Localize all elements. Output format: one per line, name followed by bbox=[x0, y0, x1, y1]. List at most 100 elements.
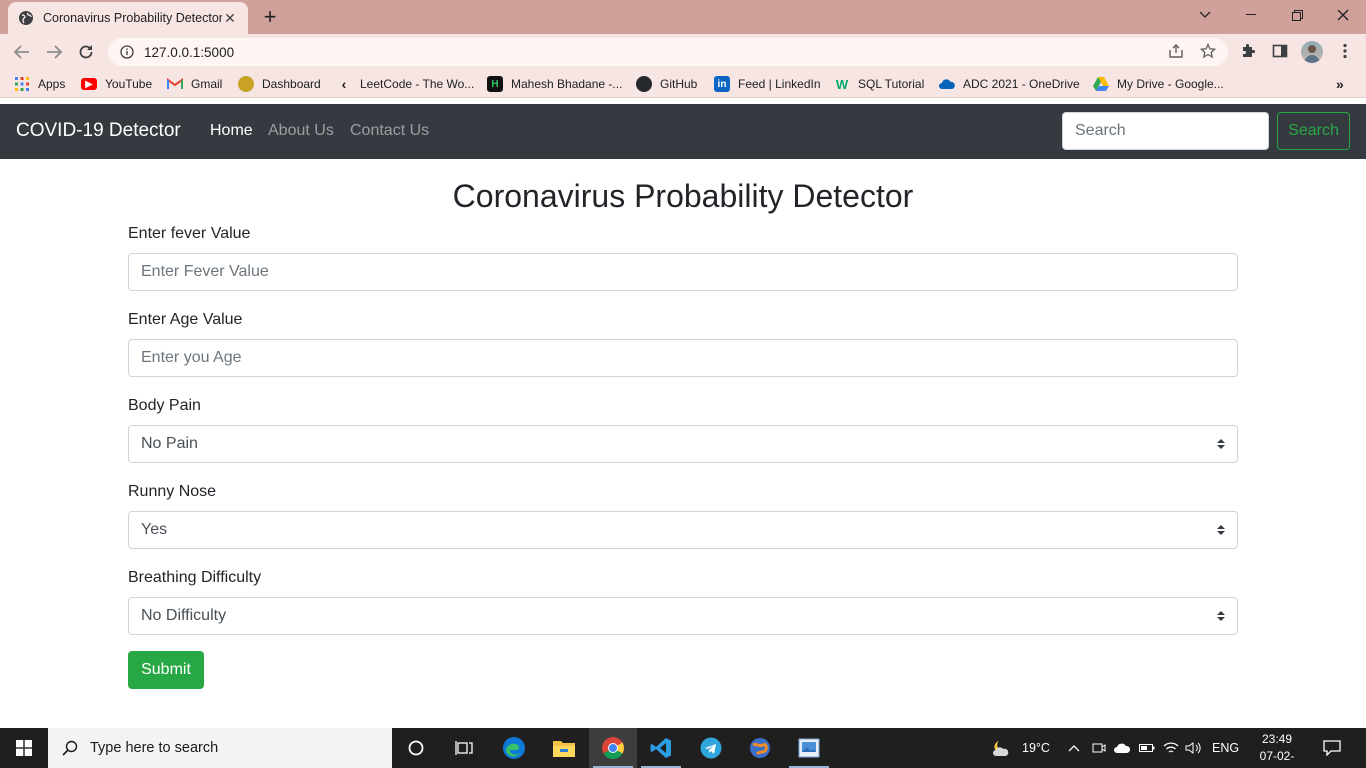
wifi-icon[interactable] bbox=[1163, 728, 1179, 768]
telegram-icon[interactable] bbox=[687, 728, 735, 768]
bookmark-linkedin[interactable]: in Feed | LinkedIn bbox=[714, 75, 821, 93]
page-title: Coronavirus Probability Detector bbox=[452, 178, 914, 214]
bookmark-label: Mahesh Bhadane -... bbox=[511, 77, 623, 91]
tab-close-icon[interactable]: ✕ bbox=[222, 10, 238, 26]
bookmark-star-icon[interactable] bbox=[1198, 41, 1218, 61]
bookmark-label: GitHub bbox=[660, 77, 698, 91]
bookmark-github[interactable]: GitHub bbox=[636, 75, 697, 93]
bookmark-apps[interactable]: Apps bbox=[14, 75, 65, 93]
bookmark-label: Apps bbox=[38, 77, 66, 91]
profile-avatar[interactable] bbox=[1301, 41, 1323, 63]
bookmark-label: YouTube bbox=[105, 77, 153, 91]
search-icon bbox=[62, 740, 78, 756]
windows-start-icon[interactable] bbox=[0, 728, 48, 768]
weather-widget[interactable]: 19°C bbox=[990, 728, 1050, 768]
image-editor-icon[interactable] bbox=[785, 728, 833, 768]
share-icon[interactable] bbox=[1166, 41, 1186, 61]
restore-icon[interactable] bbox=[1274, 0, 1320, 30]
vscode-icon[interactable] bbox=[637, 728, 685, 768]
taskbar-search-text: Type here to search bbox=[90, 740, 219, 756]
tab-search-chevron-icon[interactable] bbox=[1182, 0, 1228, 30]
meet-now-icon[interactable] bbox=[1092, 728, 1106, 768]
bookmark-youtube[interactable]: ▶ YouTube bbox=[81, 75, 152, 93]
submit-button[interactable]: Submit bbox=[128, 651, 204, 689]
fever-input[interactable] bbox=[128, 253, 1238, 291]
kebab-menu-icon[interactable] bbox=[1335, 41, 1355, 61]
site-navbar: COVID-19 Detector Home About Us Contact … bbox=[0, 104, 1366, 159]
back-icon[interactable] bbox=[8, 38, 36, 66]
battery-icon[interactable] bbox=[1139, 728, 1155, 768]
input-language[interactable]: ENG bbox=[1212, 728, 1239, 768]
reload-icon[interactable] bbox=[72, 38, 100, 66]
browser-toolbar: 127.0.0.1:5000 bbox=[0, 34, 1366, 70]
url-text: 127.0.0.1:5000 bbox=[144, 44, 235, 60]
body-pain-selected-value: No Pain bbox=[141, 435, 198, 452]
extensions-puzzle-icon[interactable] bbox=[1238, 41, 1258, 61]
bookmark-dashboard[interactable]: Dashboard bbox=[238, 75, 321, 93]
address-bar[interactable]: 127.0.0.1:5000 bbox=[108, 38, 1228, 66]
youtube-icon: ▶ bbox=[81, 78, 97, 90]
bookmark-label: SQL Tutorial bbox=[858, 77, 925, 91]
bookmark-label: Feed | LinkedIn bbox=[738, 77, 821, 91]
breathing-difficulty-selected-value: No Difficulty bbox=[141, 607, 227, 624]
nav-link-home[interactable]: Home bbox=[210, 122, 253, 140]
bookmark-mahesh[interactable]: H Mahesh Bhadane -... bbox=[487, 75, 622, 93]
chrome-taskbar-icon[interactable] bbox=[589, 728, 637, 768]
tray-chevron-up-icon[interactable] bbox=[1068, 728, 1080, 768]
apps-grid-icon bbox=[14, 76, 30, 92]
select-caret-icon bbox=[1217, 525, 1225, 535]
navbar-brand[interactable]: COVID-19 Detector bbox=[16, 120, 181, 142]
clock-date: 07-02-2022 bbox=[1259, 749, 1295, 768]
bookmark-label: ADC 2021 - OneDrive bbox=[963, 77, 1080, 91]
file-explorer-icon[interactable] bbox=[540, 728, 588, 768]
notifications-icon[interactable] bbox=[1323, 728, 1341, 768]
new-tab-icon[interactable]: + bbox=[258, 4, 282, 29]
navbar-search-input[interactable] bbox=[1062, 112, 1269, 150]
fever-label: Enter fever Value bbox=[128, 225, 251, 242]
task-view-icon[interactable] bbox=[440, 728, 488, 768]
edge-browser-icon[interactable] bbox=[490, 728, 538, 768]
minimize-icon[interactable] bbox=[1228, 0, 1274, 30]
taskbar-search-box[interactable]: Type here to search bbox=[48, 728, 392, 768]
bookmark-sql-tutorial[interactable]: W SQL Tutorial bbox=[834, 75, 924, 93]
side-panel-icon[interactable] bbox=[1270, 41, 1290, 61]
google-drive-icon bbox=[1093, 76, 1109, 92]
bookmark-leetcode[interactable]: ‹ LeetCode - The Wo... bbox=[336, 75, 475, 93]
more-bookmarks-chevron-icon[interactable]: » bbox=[1336, 75, 1344, 93]
onedrive-icon bbox=[939, 76, 955, 92]
navbar-search-button[interactable]: Search bbox=[1277, 112, 1350, 150]
w3schools-icon: W bbox=[835, 76, 849, 92]
runny-nose-select[interactable]: Yes bbox=[128, 511, 1238, 549]
cortana-icon[interactable] bbox=[392, 728, 440, 768]
nav-link-about-us[interactable]: About Us bbox=[268, 122, 334, 140]
body-pain-select[interactable]: No Pain bbox=[128, 425, 1238, 463]
bookmark-label: Dashboard bbox=[262, 77, 321, 91]
select-caret-icon bbox=[1217, 611, 1225, 621]
browser-titlebar: Coronavirus Probability Detector ✕ + bbox=[0, 0, 1366, 34]
volume-icon[interactable] bbox=[1185, 728, 1203, 768]
browser-globe-icon[interactable] bbox=[736, 728, 784, 768]
age-label: Enter Age Value bbox=[128, 311, 243, 328]
hackerrank-icon: H bbox=[487, 76, 503, 92]
breathing-difficulty-select[interactable]: No Difficulty bbox=[128, 597, 1238, 635]
browser-tab[interactable]: Coronavirus Probability Detector ✕ bbox=[8, 2, 248, 34]
moon-cloud-icon bbox=[993, 741, 1009, 756]
forward-icon[interactable] bbox=[40, 38, 68, 66]
bookmark-onedrive[interactable]: ADC 2021 - OneDrive bbox=[939, 75, 1080, 93]
onedrive-tray-icon[interactable] bbox=[1113, 728, 1131, 768]
age-input[interactable] bbox=[128, 339, 1238, 377]
bookmark-google-drive[interactable]: My Drive - Google... bbox=[1093, 75, 1224, 93]
gmail-icon bbox=[167, 76, 183, 92]
close-window-icon[interactable] bbox=[1320, 0, 1366, 30]
clock-time: 23:49 bbox=[1261, 732, 1293, 746]
tab-title: Coronavirus Probability Detector bbox=[43, 11, 222, 25]
body-pain-label: Body Pain bbox=[128, 397, 201, 414]
nav-link-contact-us[interactable]: Contact Us bbox=[350, 122, 429, 140]
info-icon[interactable] bbox=[120, 45, 134, 59]
runny-nose-selected-value: Yes bbox=[141, 521, 168, 538]
leetcode-icon: ‹ bbox=[341, 76, 347, 92]
runny-nose-label: Runny Nose bbox=[128, 483, 217, 500]
taskbar-clock[interactable]: 23:49 07-02-2022 bbox=[1252, 731, 1302, 768]
bookmark-gmail[interactable]: Gmail bbox=[167, 75, 222, 93]
breathing-difficulty-label: Breathing Difficulty bbox=[128, 569, 262, 586]
